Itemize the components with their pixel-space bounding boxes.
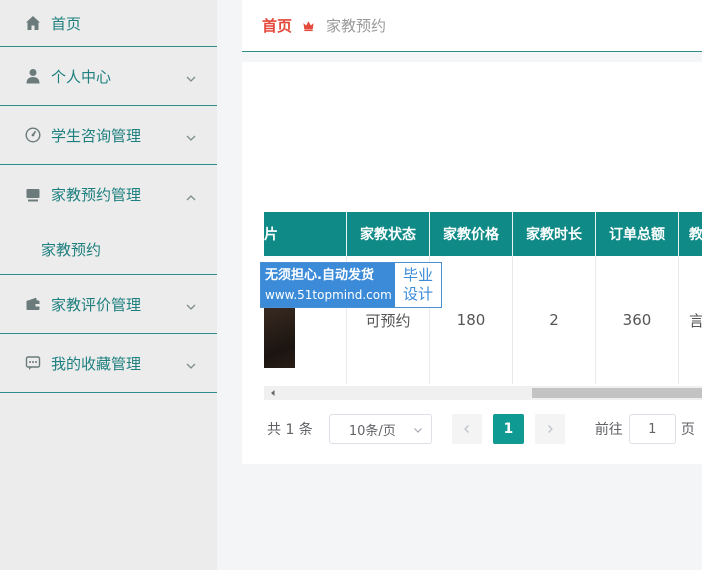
watermark-badge: 毕业 设计	[395, 263, 441, 307]
chevron-right-icon	[547, 425, 553, 433]
monitor-icon	[24, 186, 42, 204]
watermark-text: 无须担心.自动发货 www.51topmind.com	[261, 263, 395, 307]
watermark-banner: 无须担心.自动发货 www.51topmind.com 毕业 设计	[260, 262, 442, 308]
breadcrumb-home-link[interactable]: 首页	[262, 15, 292, 36]
scrollbar-thumb[interactable]	[532, 388, 702, 398]
page-size-value: 10条/页	[348, 423, 396, 439]
chat-icon	[24, 354, 42, 372]
sidebar-item-label: 学生咨询管理	[51, 126, 142, 145]
chevron-down-icon	[185, 129, 197, 141]
page-number-button[interactable]: 1	[492, 414, 524, 444]
breadcrumb-current: 家教预约	[326, 17, 387, 35]
sidebar-item-favorites-mgmt[interactable]: 我的收藏管理	[0, 334, 217, 393]
column-header-duration: 家教时长	[513, 212, 596, 256]
chevron-down-icon	[413, 424, 423, 434]
sidebar-item-personal-center[interactable]: 个人中心	[0, 47, 217, 106]
watermark-line1: 无须担心.自动发货	[265, 268, 374, 283]
gauge-icon	[24, 126, 42, 144]
pagination: 共 1 条 10条/页 1 前往 页	[242, 412, 702, 446]
scroll-left-arrow-icon[interactable]	[268, 388, 278, 398]
column-header-price: 家教价格	[430, 212, 513, 256]
watermark-badge-line1: 毕业	[402, 266, 433, 284]
column-header-total: 订单总额	[596, 212, 679, 256]
tutor-cell: 言	[679, 256, 702, 384]
sidebar: 首页 个人中心 学生咨询管理 家教预约管理 家教预约 家教评价管理 我的收藏管理	[0, 0, 217, 570]
sidebar-item-student-consult[interactable]: 学生咨询管理	[0, 106, 217, 165]
breadcrumb: 首页 家教预约	[242, 0, 702, 52]
sidebar-item-label: 首页	[51, 14, 82, 33]
sidebar-item-label: 个人中心	[51, 67, 112, 86]
goto-suffix: 页	[680, 422, 695, 438]
horizontal-scrollbar[interactable]	[264, 386, 702, 400]
crown-icon	[302, 19, 316, 33]
prev-page-button[interactable]	[451, 414, 482, 444]
sidebar-subitem-label: 家教预约	[41, 240, 102, 259]
pagination-total: 共 1 条	[267, 422, 313, 438]
sidebar-item-tutor-booking-mgmt[interactable]: 家教预约管理	[0, 165, 217, 224]
chevron-left-icon	[463, 425, 469, 433]
tutor-photo[interactable]	[264, 306, 295, 368]
chevron-down-icon	[185, 298, 197, 310]
wallet-icon	[24, 295, 42, 313]
price-cell: 180	[430, 256, 513, 384]
table-header: 片 家教状态 家教价格 家教时长 订单总额 教	[264, 212, 702, 256]
total-cell: 360	[596, 256, 679, 384]
column-header-tutor: 教	[679, 212, 702, 256]
user-icon	[24, 67, 42, 85]
watermark-line2: www.51topmind.com	[265, 288, 392, 302]
column-header-image: 片	[264, 212, 347, 256]
home-icon	[24, 14, 42, 32]
sidebar-item-label: 家教评价管理	[51, 295, 142, 314]
sidebar-subitem-tutor-booking[interactable]: 家教预约	[0, 224, 217, 275]
goto-label: 前往	[594, 422, 623, 438]
goto-page-input[interactable]	[628, 414, 676, 444]
next-page-button[interactable]	[534, 414, 565, 444]
duration-cell: 2	[513, 256, 596, 384]
sidebar-item-label: 我的收藏管理	[51, 354, 142, 373]
sidebar-item-label: 家教预约管理	[51, 186, 142, 204]
chevron-down-icon	[185, 70, 197, 82]
sidebar-item-home[interactable]: 首页	[0, 0, 217, 47]
watermark-badge-line2: 设计	[402, 285, 433, 303]
column-header-status: 家教状态	[347, 212, 430, 256]
chevron-down-icon	[185, 357, 197, 369]
sidebar-item-tutor-review-mgmt[interactable]: 家教评价管理	[0, 275, 217, 334]
page-size-select[interactable]: 10条/页	[328, 414, 432, 444]
chevron-up-icon	[185, 189, 197, 201]
